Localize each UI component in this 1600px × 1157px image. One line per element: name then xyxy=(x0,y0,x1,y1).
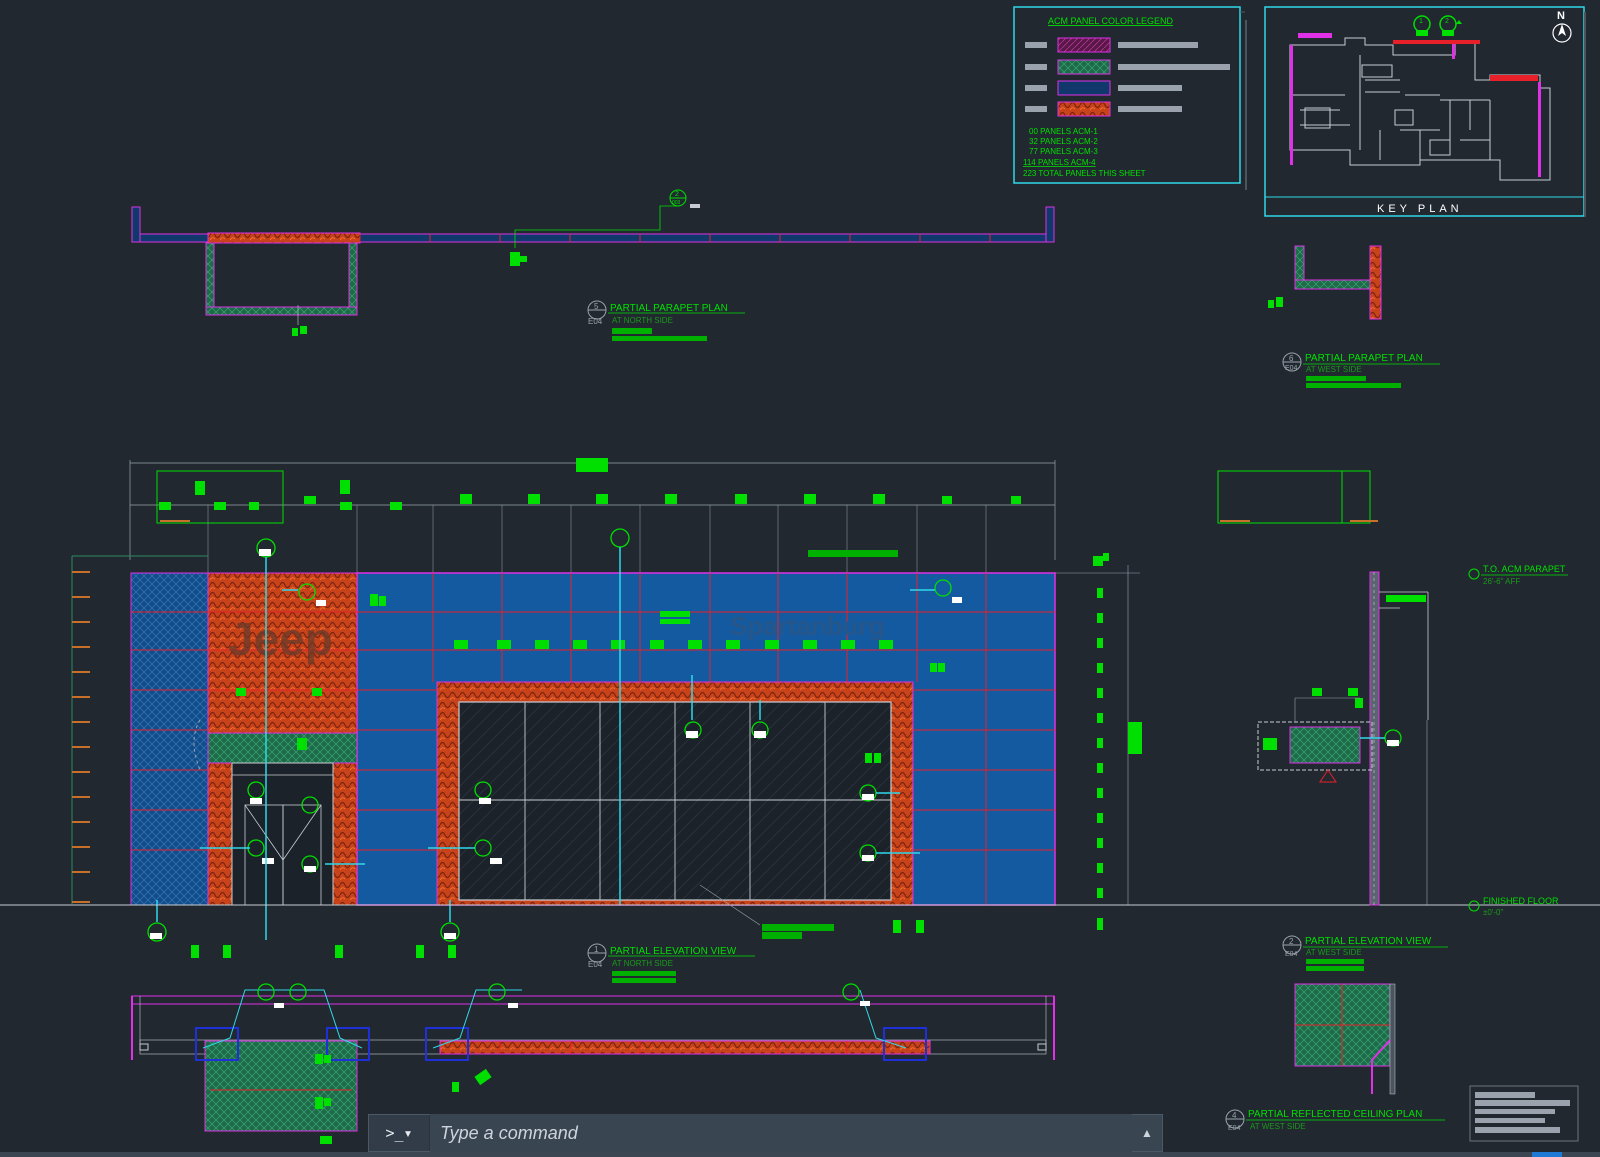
key-plan-building-outline xyxy=(1289,37,1551,181)
legend-count-3: 77 PANELS ACM-3 xyxy=(1029,147,1098,156)
svg-text:E04: E04 xyxy=(1285,365,1298,372)
svg-text:1: 1 xyxy=(1419,18,1423,25)
svg-text:4: 4 xyxy=(1232,1111,1237,1120)
elevation-west[interactable] xyxy=(1217,470,1429,906)
svg-text:T.O. ACM PARAPET: T.O. ACM PARAPET xyxy=(1483,564,1566,574)
svg-text:E04: E04 xyxy=(588,317,603,326)
svg-text:PARTIAL ELEVATION VIEW: PARTIAL ELEVATION VIEW xyxy=(1305,936,1432,947)
svg-text:PARTIAL ELEVATION VIEW: PARTIAL ELEVATION VIEW xyxy=(610,946,737,957)
svg-text:N: N xyxy=(1557,10,1565,22)
reflected-ceiling-plan[interactable] xyxy=(1294,983,1396,1095)
view-title-1: 1 E04 PARTIAL ELEVATION VIEW AT NORTH SI… xyxy=(587,943,755,983)
svg-text:6: 6 xyxy=(1289,354,1294,363)
svg-text:2: 2 xyxy=(1445,18,1449,25)
command-history-chevron-up-icon[interactable]: ▲ xyxy=(1132,1126,1162,1140)
svg-text:AT WEST SIDE: AT WEST SIDE xyxy=(1306,365,1362,374)
status-bar xyxy=(0,1152,1600,1157)
svg-text:003: 003 xyxy=(672,200,681,206)
north-arrow-icon: N xyxy=(1552,10,1572,43)
svg-text:FINISHED FLOOR: FINISHED FLOOR xyxy=(1483,896,1559,906)
cad-drawing-canvas[interactable]: ACM PANEL COLOR LEGEND 00 PANELS ACM-1 3… xyxy=(0,0,1600,1157)
view-title-5: 5 E04 PARTIAL PARAPET PLAN AT NORTH SIDE xyxy=(587,300,745,341)
legend-count-2: 32 PANELS ACM-2 xyxy=(1029,137,1098,146)
svg-text:2: 2 xyxy=(1289,937,1294,946)
acm-legend: ACM PANEL COLOR LEGEND 00 PANELS ACM-1 3… xyxy=(1013,6,1247,190)
parapet-plan-north[interactable]: 2 003 xyxy=(131,189,1055,336)
right-dim-tags xyxy=(1093,553,1109,930)
svg-text:5: 5 xyxy=(594,302,599,311)
parapet-plan-west[interactable] xyxy=(1268,245,1382,320)
command-line[interactable]: >_▾ ▲ xyxy=(368,1114,1163,1152)
legend-count-4: 114 PANELS ACM-4 xyxy=(1023,158,1096,167)
legend-count-1: 00 PANELS ACM-1 xyxy=(1029,127,1098,136)
left-ticks xyxy=(72,571,90,903)
svg-text:AT NORTH SIDE: AT NORTH SIDE xyxy=(612,959,673,968)
svg-text:AT WEST SIDE: AT WEST SIDE xyxy=(1306,948,1362,957)
svg-text:±0'-0": ±0'-0" xyxy=(1483,908,1503,917)
command-prompt-icon[interactable]: >_ ▾ xyxy=(369,1115,430,1151)
key-plan-title: KEY PLAN xyxy=(1377,203,1463,215)
legend-title: ACM PANEL COLOR LEGEND xyxy=(1048,16,1174,26)
svg-text:AT WEST SIDE: AT WEST SIDE xyxy=(1250,1122,1306,1131)
command-input[interactable] xyxy=(430,1114,1132,1152)
svg-text:PARTIAL PARAPET PLAN: PARTIAL PARAPET PLAN xyxy=(1305,353,1423,364)
view-title-2: 2 E04 PARTIAL ELEVATION VIEW AT WEST SID… xyxy=(1282,935,1448,971)
svg-text:AT NORTH SIDE: AT NORTH SIDE xyxy=(612,316,673,325)
svg-text:2: 2 xyxy=(675,191,679,198)
svg-text:1: 1 xyxy=(594,945,599,954)
key-plan-callout-1[interactable]: 1 xyxy=(1413,15,1431,36)
signage-brand: Jeep xyxy=(228,613,333,665)
legend-swatches xyxy=(1025,37,1230,117)
svg-text:PARTIAL PARAPET PLAN: PARTIAL PARAPET PLAN xyxy=(610,303,728,314)
signage-city: Spartanburg xyxy=(730,611,885,641)
key-plan-callout-2[interactable]: 2 xyxy=(1439,15,1462,36)
legend-count-total: 223 TOTAL PANELS THIS SHEET xyxy=(1023,169,1146,178)
key-plan[interactable]: 1 2 N KEY PLAN xyxy=(1264,6,1586,217)
svg-text:26'-6" AFF: 26'-6" AFF xyxy=(1483,577,1520,586)
level-finished-floor: FINISHED FLOOR ±0'-0" xyxy=(1468,896,1559,917)
title-block-thumbnail xyxy=(1469,1085,1579,1142)
svg-text:E04: E04 xyxy=(588,960,603,969)
panel-tags-top xyxy=(159,480,1021,510)
svg-text:PARTIAL REFLECTED CEILING PLAN: PARTIAL REFLECTED CEILING PLAN xyxy=(1248,1109,1422,1120)
svg-text:E04: E04 xyxy=(1285,951,1298,958)
view-title-6: 6 E04 PARTIAL PARAPET PLAN AT WEST SIDE xyxy=(1282,352,1440,388)
level-to-acm-parapet: T.O. ACM PARAPET 26'-6" AFF xyxy=(1468,564,1568,586)
view-title-4: 4 E04 PARTIAL REFLECTED CEILING PLAN AT … xyxy=(1225,1109,1445,1132)
svg-text:E04: E04 xyxy=(1228,1125,1241,1132)
status-bar-active-indicator[interactable] xyxy=(1532,1152,1562,1157)
